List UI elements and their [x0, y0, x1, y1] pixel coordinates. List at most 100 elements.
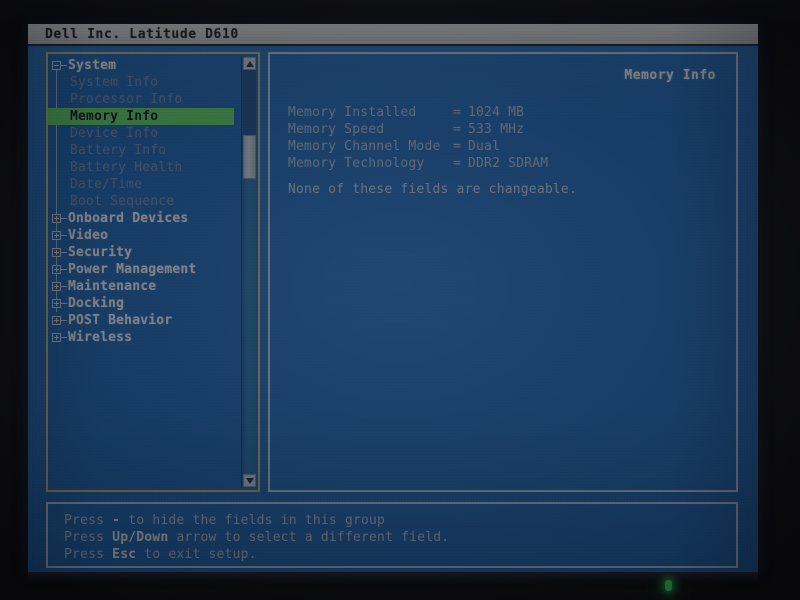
settings-tree-list: System System Info Processor Info Memory In…: [48, 57, 236, 346]
tree-item-power-management[interactable]: Power Management: [48, 261, 236, 278]
field-equals-sign: =: [453, 105, 462, 120]
expand-plus-icon[interactable]: [52, 231, 61, 240]
tree-connector-line: [61, 235, 67, 236]
content-panel: Memory Info Memory Installed = 1024 MB Memo…: [268, 52, 738, 492]
expand-plus-icon[interactable]: [52, 214, 61, 223]
tree-item-label: Security: [68, 245, 133, 260]
field-label: Memory Channel Mode: [288, 139, 441, 154]
tree-connector-line: [61, 252, 67, 253]
tree-connector-line: [61, 269, 67, 270]
help-key-name: Up/Down: [112, 530, 169, 545]
tree-connector-line: [61, 337, 67, 338]
help-suffix: to hide the fields in this group: [120, 513, 386, 528]
tree-item-system[interactable]: System: [48, 57, 236, 74]
field-equals-sign: =: [453, 156, 462, 171]
expand-plus-icon[interactable]: [52, 299, 61, 308]
tree-item-docking[interactable]: Docking: [48, 295, 236, 312]
field-value: Dual: [468, 139, 501, 154]
help-line: Press - to hide the fields in this group: [64, 512, 449, 529]
tree-item-label: Power Management: [68, 262, 197, 277]
tree-item-label: Battery Health: [70, 160, 183, 175]
tree-item-memory-info[interactable]: Memory Info: [48, 108, 234, 125]
settings-tree-inner: System System Info Processor Info Memory In…: [48, 54, 258, 490]
tree-connector-line: [61, 218, 67, 219]
lcd-screen: Dell Inc. Latitude D610 System System Inf…: [28, 24, 758, 572]
field-row: Memory Channel Mode = Dual: [288, 138, 718, 155]
tree-item-label: Onboard Devices: [68, 211, 189, 226]
help-line: Press Up/Down arrow to select a differen…: [64, 529, 449, 546]
help-prefix: Press: [64, 513, 113, 528]
scroll-down-arrow-icon[interactable]: [243, 474, 256, 487]
field-label: Memory Technology: [288, 156, 425, 171]
tree-item-boot-sequence[interactable]: Boot Sequence: [48, 193, 236, 210]
expand-plus-icon[interactable]: [52, 316, 61, 325]
field-row: Memory Installed = 1024 MB: [288, 104, 718, 121]
field-label: Memory Speed: [288, 122, 385, 137]
laptop-photo: Dell Inc. Latitude D610 System System Inf…: [0, 0, 800, 600]
help-key-name: -: [112, 513, 121, 528]
tree-item-label: Wireless: [68, 330, 133, 345]
help-footer-panel: Press - to hide the fields in this group…: [46, 502, 738, 568]
expand-plus-icon[interactable]: [52, 265, 61, 274]
tree-item-security[interactable]: Security: [48, 244, 236, 261]
tree-connector-line: [61, 286, 67, 287]
bios-title-bar: Dell Inc. Latitude D610: [28, 24, 758, 46]
content-title: Memory Info: [624, 68, 716, 83]
tree-item-label: Video: [68, 228, 109, 243]
tree-item-label: Docking: [68, 296, 125, 311]
settings-tree-panel: System System Info Processor Info Memory In…: [46, 52, 260, 492]
power-led-indicator: [665, 580, 672, 591]
tree-scrollbar[interactable]: [241, 56, 256, 488]
scroll-up-arrow-icon[interactable]: [243, 57, 256, 70]
tree-connector-line: [61, 65, 67, 66]
help-line: Press Esc to exit setup.: [64, 546, 449, 563]
field-equals-sign: =: [453, 139, 462, 154]
tree-item-date-time[interactable]: Date/Time: [48, 176, 236, 193]
field-value: 533 MHz: [468, 122, 525, 137]
tree-item-label: System: [68, 58, 117, 73]
content-note: None of these fields are changeable.: [288, 182, 577, 197]
tree-item-label: Processor Info: [70, 92, 183, 107]
tree-item-battery-health[interactable]: Battery Health: [48, 159, 236, 176]
tree-item-device-info[interactable]: Device Info: [48, 125, 236, 142]
help-key-name: Esc: [112, 547, 137, 562]
expand-plus-icon[interactable]: [52, 282, 61, 291]
field-value: 1024 MB: [468, 105, 525, 120]
help-prefix: Press: [64, 547, 113, 562]
field-label: Memory Installed: [288, 105, 417, 120]
help-suffix: to exit setup.: [136, 547, 257, 562]
tree-item-post-behavior[interactable]: POST Behavior: [48, 312, 236, 329]
tree-item-system-info[interactable]: System Info: [48, 74, 236, 91]
field-equals-sign: =: [453, 122, 462, 137]
tree-item-label: POST Behavior: [68, 313, 173, 328]
field-row: Memory Speed = 533 MHz: [288, 121, 718, 138]
field-value: DDR2 SDRAM: [468, 156, 549, 171]
tree-item-label: Memory Info: [70, 109, 159, 124]
down-triangle-glyph: [246, 478, 254, 484]
tree-connector-line: [61, 320, 67, 321]
tree-item-processor-info[interactable]: Processor Info: [48, 91, 236, 108]
help-prefix: Press: [64, 530, 113, 545]
tree-item-video[interactable]: Video: [48, 227, 236, 244]
tree-item-label: System Info: [70, 75, 159, 90]
bezel-top: [0, 0, 800, 24]
memory-info-field-list: Memory Installed = 1024 MB Memory Speed = 533…: [288, 104, 718, 172]
tree-item-label: Boot Sequence: [70, 194, 175, 209]
tree-item-onboard-devices[interactable]: Onboard Devices: [48, 210, 236, 227]
tree-item-label: Device Info: [70, 126, 159, 141]
tree-item-label: Battery Info: [70, 143, 167, 158]
expand-plus-icon[interactable]: [52, 333, 61, 342]
help-suffix: arrow to select a different field.: [168, 530, 450, 545]
window-title: Dell Inc. Latitude D610: [45, 27, 239, 42]
up-triangle-glyph: [246, 61, 254, 67]
tree-item-maintenance[interactable]: Maintenance: [48, 278, 236, 295]
help-lines: Press - to hide the fields in this group…: [64, 512, 449, 563]
bezel-bottom: [28, 572, 758, 582]
tree-item-battery-info[interactable]: Battery Info: [48, 142, 236, 159]
tree-item-label: Date/Time: [70, 177, 143, 192]
scrollbar-thumb[interactable]: [243, 134, 256, 179]
scrollbar-track-upper[interactable]: [243, 70, 256, 135]
tree-item-wireless[interactable]: Wireless: [48, 329, 236, 346]
expand-plus-icon[interactable]: [52, 248, 61, 257]
collapse-minus-icon[interactable]: [52, 61, 61, 70]
